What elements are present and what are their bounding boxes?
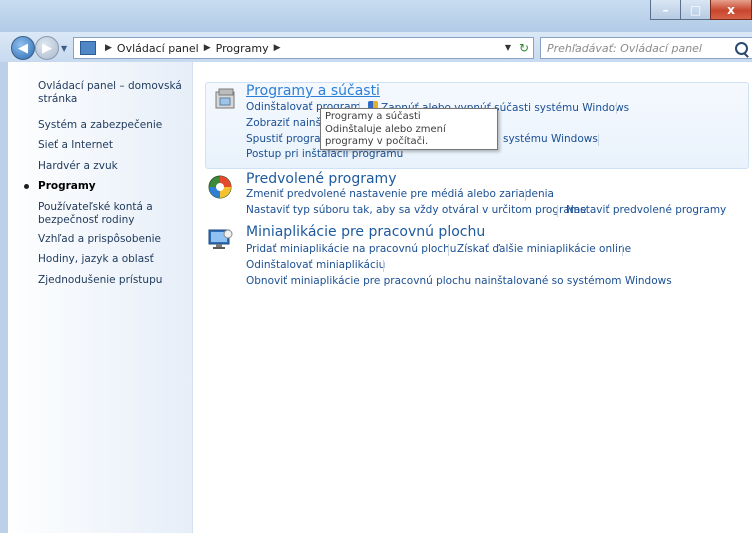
- category-title-default-programs[interactable]: Predvolené programy: [246, 171, 396, 187]
- refresh-icon[interactable]: ↻: [519, 41, 529, 55]
- window-frame-left: [0, 62, 8, 533]
- sidebar-item-programs[interactable]: Programy: [38, 180, 188, 193]
- sidebar-item-system-security[interactable]: Systém a zabezpečenie: [38, 119, 188, 132]
- close-icon: x: [727, 2, 735, 17]
- separator: [525, 189, 526, 201]
- minimize-button[interactable]: –: [650, 0, 681, 20]
- sidebar-item-control-panel-home[interactable]: Ovládací panel – domovská stránka: [38, 80, 188, 106]
- navigation-bar: ◀ ▶ ▼ ▶ Ovládací panel ▶ Programy ▶ ▼ ↻ …: [0, 32, 752, 62]
- back-arrow-icon: ◀: [18, 40, 28, 56]
- task-run-older-programs[interactable]: Spustiť program: [246, 133, 331, 145]
- title-bar: – □ x: [0, 0, 752, 32]
- task-view-installed-updates[interactable]: Zobraziť nainšta: [246, 117, 332, 129]
- sidebar-item-user-accounts[interactable]: Používateľské kontá a bezpečnosť rodiny: [38, 201, 188, 227]
- sidebar-item-clock-language[interactable]: Hodiny, jazyk a oblasť: [38, 253, 188, 266]
- search-input[interactable]: Prehľadávať: Ovládací panel: [547, 42, 735, 55]
- active-bullet: [24, 184, 29, 189]
- close-button[interactable]: x: [710, 0, 752, 20]
- task-uninstall-gadget[interactable]: Odinštalovať miniaplikáciu: [246, 259, 385, 271]
- task-file-type-association[interactable]: Nastaviť typ súboru tak, aby sa vždy otv…: [246, 204, 586, 216]
- chevron-right-icon[interactable]: ▶: [105, 43, 112, 53]
- maximize-icon: □: [689, 2, 702, 17]
- maximize-button[interactable]: □: [680, 0, 711, 20]
- task-get-more-gadgets[interactable]: Získať ďalšie miniaplikácie online: [457, 243, 631, 255]
- tooltip: Programy a súčasti Odinštaluje alebo zme…: [320, 108, 498, 150]
- forward-button[interactable]: ▶: [35, 36, 59, 60]
- tooltip-title: Programy a súčasti: [325, 111, 421, 122]
- sidebar-item-appearance[interactable]: Vzhľad a prispôsobenie: [38, 233, 188, 246]
- programs-features-icon[interactable]: [213, 86, 239, 112]
- default-programs-icon[interactable]: [207, 174, 233, 200]
- separator: [448, 244, 449, 256]
- separator: [622, 244, 623, 256]
- back-button[interactable]: ◀: [11, 36, 35, 60]
- separator: [557, 205, 558, 217]
- address-bar[interactable]: ▶ Ovládací panel ▶ Programy ▶ ▼ ↻: [73, 37, 534, 59]
- breadcrumb-control-panel[interactable]: Ovládací panel: [117, 42, 199, 55]
- minimize-icon: –: [662, 2, 669, 17]
- breadcrumb-programs[interactable]: Programy: [216, 42, 269, 55]
- task-add-gadgets[interactable]: Pridať miniaplikácie na pracovnú plochu: [246, 243, 456, 255]
- sidebar-item-ease-of-access[interactable]: Zjednodušenie prístupu: [38, 274, 188, 287]
- separator: [616, 102, 617, 114]
- task-set-default-programs[interactable]: Nastaviť predvolené programy: [566, 204, 726, 216]
- separator: [598, 134, 599, 146]
- window-controls: – □ x: [650, 0, 752, 20]
- chevron-right-icon[interactable]: ▶: [274, 43, 281, 53]
- sidebar: [0, 62, 193, 533]
- search-icon[interactable]: [735, 41, 748, 55]
- desktop-gadgets-icon[interactable]: [207, 226, 233, 252]
- forward-arrow-icon: ▶: [42, 40, 52, 56]
- task-restore-gadgets[interactable]: Obnoviť miniaplikácie pre pracovnú ploch…: [246, 275, 672, 287]
- address-dropdown-icon[interactable]: ▼: [505, 43, 511, 52]
- category-title-programs-features[interactable]: Programy a súčasti: [246, 83, 380, 99]
- task-windows-features-tail[interactable]: systému Windows: [503, 133, 598, 145]
- recent-pages-dropdown[interactable]: ▼: [61, 44, 67, 53]
- task-change-autoplay[interactable]: Zmeniť predvolené nastavenie pre médiá a…: [246, 188, 554, 200]
- sidebar-item-network-internet[interactable]: Sieť a Internet: [38, 139, 188, 152]
- chevron-right-icon[interactable]: ▶: [204, 43, 211, 53]
- control-panel-icon: [80, 41, 96, 55]
- tooltip-text: Odinštaluje alebo zmení programy v počít…: [325, 123, 446, 148]
- separator: [383, 260, 384, 272]
- sidebar-item-hardware-sound[interactable]: Hardvér a zvuk: [38, 160, 188, 173]
- category-title-desktop-gadgets[interactable]: Miniaplikácie pre pracovnú plochu: [246, 224, 485, 240]
- search-box[interactable]: Prehľadávať: Ovládací panel: [540, 37, 752, 59]
